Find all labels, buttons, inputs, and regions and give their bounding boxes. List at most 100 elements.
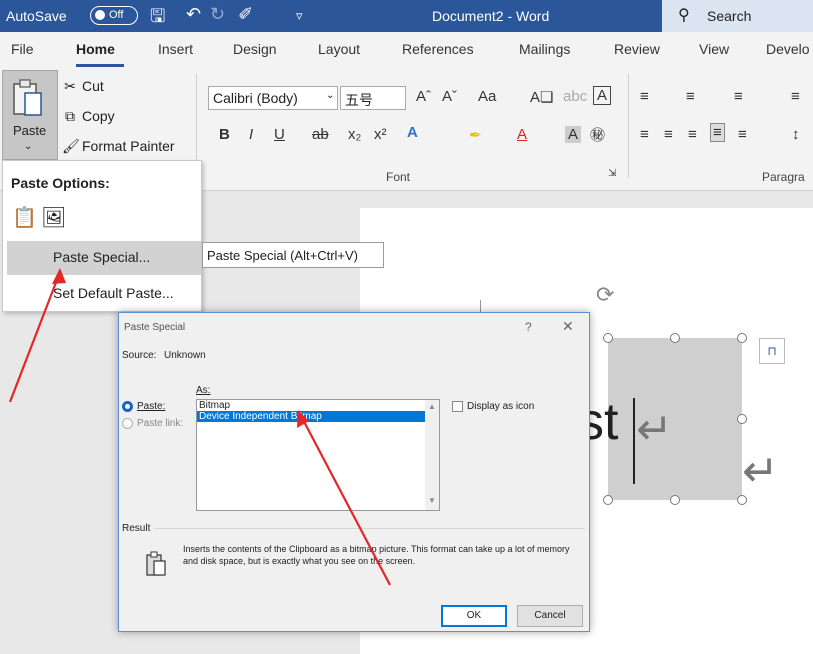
cut-button[interactable]: ✂ Cut: [62, 78, 104, 95]
customize-icon[interactable]: ▿: [296, 8, 303, 24]
layout-options-icon[interactable]: ⊓: [759, 338, 785, 364]
autosave-toggle[interactable]: Off: [90, 6, 138, 25]
paste-icon: [13, 79, 42, 116]
keep-source-formatting-icon[interactable]: 📋: [12, 205, 37, 230]
source-value: Unknown: [164, 350, 206, 361]
justify-icon[interactable]: ≡: [710, 123, 725, 142]
listbox-scrollbar[interactable]: ▲ ▼: [425, 400, 439, 510]
display-as-icon-label[interactable]: Display as icon: [467, 401, 534, 412]
ribbon-tabs: File Home Insert Design Layout Reference…: [0, 32, 813, 68]
text-box-shape[interactable]: [608, 338, 742, 500]
font-color-icon[interactable]: A: [517, 126, 527, 143]
font-dialog-launcher-icon[interactable]: ⇲: [608, 168, 616, 179]
paste-button[interactable]: Paste ⌄: [2, 70, 58, 160]
undo-icon[interactable]: ↶: [186, 4, 201, 25]
tab-references[interactable]: References: [402, 41, 474, 57]
search-label: Search: [707, 8, 752, 24]
format-option-bitmap[interactable]: Bitmap: [197, 400, 439, 411]
align-right-icon[interactable]: ≡: [688, 126, 697, 143]
save-icon[interactable]: 🖫: [150, 4, 165, 34]
bold-icon[interactable]: B: [219, 126, 230, 143]
tab-design[interactable]: Design: [233, 41, 277, 57]
rotate-handle-icon[interactable]: ⟳: [596, 282, 614, 308]
redo-icon[interactable]: ↻: [210, 4, 225, 25]
tab-insert[interactable]: Insert: [158, 41, 193, 57]
paintbrush-icon: 🖌: [62, 138, 80, 154]
set-default-paste-item[interactable]: Set Default Paste...: [7, 277, 201, 311]
shrink-font-icon[interactable]: Aˇ: [442, 88, 457, 105]
close-icon[interactable]: ✕: [562, 318, 574, 335]
resize-handle[interactable]: [603, 333, 613, 343]
paste-radio[interactable]: [122, 401, 133, 412]
format-painter-button[interactable]: 🖌 Format Painter: [62, 138, 175, 155]
paste-options-heading: Paste Options:: [11, 175, 110, 191]
cancel-button[interactable]: Cancel: [517, 605, 583, 627]
result-label: Result: [122, 523, 151, 534]
ok-button[interactable]: OK: [441, 605, 507, 627]
paste-radio-label[interactable]: Paste:: [137, 401, 165, 412]
highlight-icon[interactable]: ✒: [469, 126, 482, 144]
font-dropdown-icon[interactable]: ⌄: [326, 90, 334, 101]
resize-handle[interactable]: [670, 495, 680, 505]
superscript-icon[interactable]: x²: [374, 126, 387, 143]
paste-special-dialog: Paste Special ? ✕ Source: Unknown As: Pa…: [118, 312, 590, 632]
subscript-icon[interactable]: x₂: [348, 126, 361, 143]
as-label: As:: [196, 385, 211, 396]
paragraph-group-label: Paragra: [762, 170, 805, 184]
scroll-up-icon[interactable]: ▲: [428, 402, 436, 411]
resize-handle[interactable]: [670, 333, 680, 343]
copy-label: Copy: [82, 108, 115, 124]
tab-mailings[interactable]: Mailings: [519, 41, 570, 57]
resize-handle[interactable]: [737, 333, 747, 343]
format-option-dib[interactable]: Device Independent Bitmap: [197, 411, 439, 422]
paste-link-label[interactable]: Paste link:: [137, 418, 183, 429]
distributed-icon[interactable]: ≡: [738, 126, 747, 143]
resize-handle[interactable]: [737, 414, 747, 424]
align-left-icon[interactable]: ≡: [640, 126, 649, 143]
grow-font-icon[interactable]: Aˆ: [416, 88, 431, 105]
copy-button[interactable]: ⧉ Copy: [62, 108, 115, 125]
copy-icon: ⧉: [65, 108, 75, 124]
text-effects-icon[interactable]: A: [407, 124, 418, 141]
text-cursor: [633, 398, 635, 484]
bullets-icon[interactable]: ≡: [640, 88, 649, 105]
result-divider: [155, 528, 585, 529]
clear-format-icon[interactable]: A❏: [530, 88, 553, 106]
help-icon[interactable]: ?: [525, 320, 532, 334]
active-tab-indicator: [76, 64, 124, 67]
strikethrough-icon[interactable]: ab: [312, 126, 329, 143]
tab-home[interactable]: Home: [76, 41, 115, 57]
line-spacing-icon[interactable]: ↕: [792, 126, 800, 143]
tab-review[interactable]: Review: [614, 41, 660, 57]
paragraph-mark-icon: ↵: [742, 447, 779, 496]
tab-layout[interactable]: Layout: [318, 41, 360, 57]
phonetic-icon[interactable]: abc: [563, 88, 587, 105]
tab-view[interactable]: View: [699, 41, 729, 57]
toggle-knob: [95, 10, 105, 20]
group-divider: [628, 74, 629, 178]
paste-as-picture-icon[interactable]: 🖼: [41, 205, 66, 230]
multilevel-list-icon[interactable]: ≡: [734, 88, 743, 105]
paste-link-radio[interactable]: [122, 418, 133, 429]
scroll-down-icon[interactable]: ▼: [428, 496, 436, 505]
italic-icon[interactable]: I: [249, 126, 253, 143]
align-center-icon[interactable]: ≡: [664, 126, 673, 143]
resize-handle[interactable]: [603, 495, 613, 505]
format-listbox[interactable]: Bitmap Device Independent Bitmap ▲ ▼: [196, 399, 440, 511]
tab-file[interactable]: File: [11, 41, 34, 57]
display-as-icon-checkbox[interactable]: [452, 401, 463, 412]
char-border-icon[interactable]: A: [593, 86, 612, 105]
cut-label: Cut: [82, 78, 104, 94]
char-shading-icon[interactable]: A: [565, 126, 582, 143]
paste-special-item[interactable]: Paste Special...: [7, 241, 201, 275]
font-name-box[interactable]: Calibri (Body): [208, 86, 338, 110]
decrease-indent-icon[interactable]: ≡: [791, 88, 800, 105]
search-box[interactable]: ⚲ Search: [662, 0, 813, 32]
tab-developer[interactable]: Develo: [766, 41, 810, 57]
format-icon[interactable]: ✐: [238, 4, 253, 25]
enclose-char-icon[interactable]: ㊙: [590, 124, 605, 145]
change-case-button[interactable]: Aa: [478, 88, 496, 105]
font-size-box[interactable]: 五号: [340, 86, 406, 110]
underline-icon[interactable]: U: [274, 126, 285, 143]
numbering-icon[interactable]: ≡: [686, 88, 695, 105]
